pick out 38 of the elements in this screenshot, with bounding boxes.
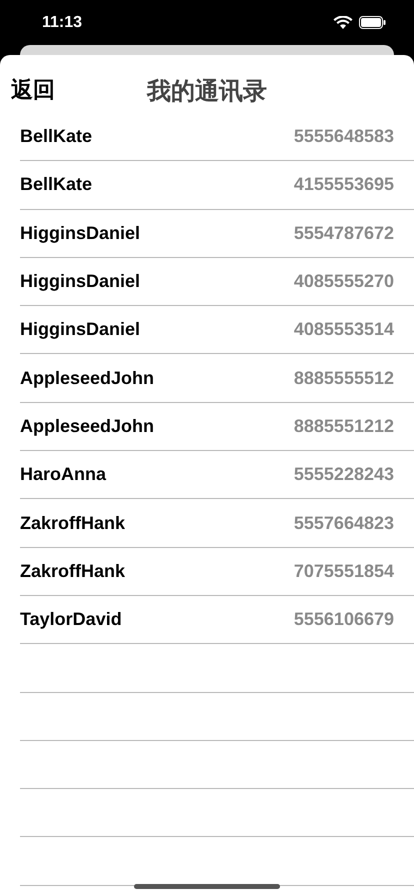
contact-row[interactable]: BellKate 5555648583 bbox=[20, 113, 414, 162]
contact-row[interactable]: ZakroffHank 5557664823 bbox=[20, 499, 414, 548]
contact-row[interactable]: HigginsDaniel 5554787672 bbox=[20, 210, 414, 258]
contact-name: HigginsDaniel bbox=[20, 271, 140, 292]
battery-icon bbox=[359, 16, 386, 29]
contact-phone: 7075551854 bbox=[294, 560, 394, 582]
contact-row[interactable]: AppleseedJohn 8885551212 bbox=[20, 402, 414, 452]
contact-name: ZakroffHank bbox=[20, 560, 126, 582]
contact-phone: 5556106679 bbox=[294, 609, 394, 630]
contact-phone: 8885555512 bbox=[294, 368, 394, 389]
contact-name: BellKate bbox=[20, 174, 92, 196]
contact-phone: 5557664823 bbox=[294, 512, 394, 534]
wifi-icon bbox=[333, 16, 353, 30]
contact-row[interactable]: HigginsDaniel 4085553514 bbox=[20, 306, 414, 354]
contact-name: AppleseedJohn bbox=[20, 416, 154, 437]
contact-row[interactable]: AppleseedJohn 8885555512 bbox=[20, 354, 414, 403]
contact-row[interactable]: TaylorDavid 5556106679 bbox=[20, 596, 414, 644]
contact-name: HigginsDaniel bbox=[20, 222, 140, 244]
contact-name: HaroAnna bbox=[20, 464, 106, 486]
contact-name: ZakroffHank bbox=[20, 512, 126, 534]
contact-phone: 5555228243 bbox=[294, 464, 394, 486]
contact-phone: 5554787672 bbox=[294, 222, 394, 244]
page-title: 我的通讯录 bbox=[147, 77, 267, 107]
status-time: 11:13 bbox=[42, 14, 82, 32]
contact-name: BellKate bbox=[20, 126, 92, 148]
contact-row[interactable]: BellKate 4155553695 bbox=[20, 161, 414, 210]
contact-row[interactable]: ZakroffHank 7075551854 bbox=[20, 548, 414, 596]
contact-phone: 5555648583 bbox=[294, 126, 394, 148]
contact-name: AppleseedJohn bbox=[20, 368, 154, 389]
contact-name: HigginsDaniel bbox=[20, 319, 140, 340]
contact-phone: 8885551212 bbox=[294, 416, 394, 437]
contact-phone: 4155553695 bbox=[294, 174, 394, 196]
contact-row[interactable]: HigginsDaniel 4085555270 bbox=[20, 258, 414, 306]
contact-phone: 4085553514 bbox=[294, 319, 394, 340]
contact-phone: 4085555270 bbox=[294, 271, 394, 292]
contact-name: TaylorDavid bbox=[20, 609, 122, 630]
contact-row[interactable]: HaroAnna 5555228243 bbox=[20, 451, 414, 500]
back-button[interactable]: 返回 bbox=[0, 63, 55, 105]
